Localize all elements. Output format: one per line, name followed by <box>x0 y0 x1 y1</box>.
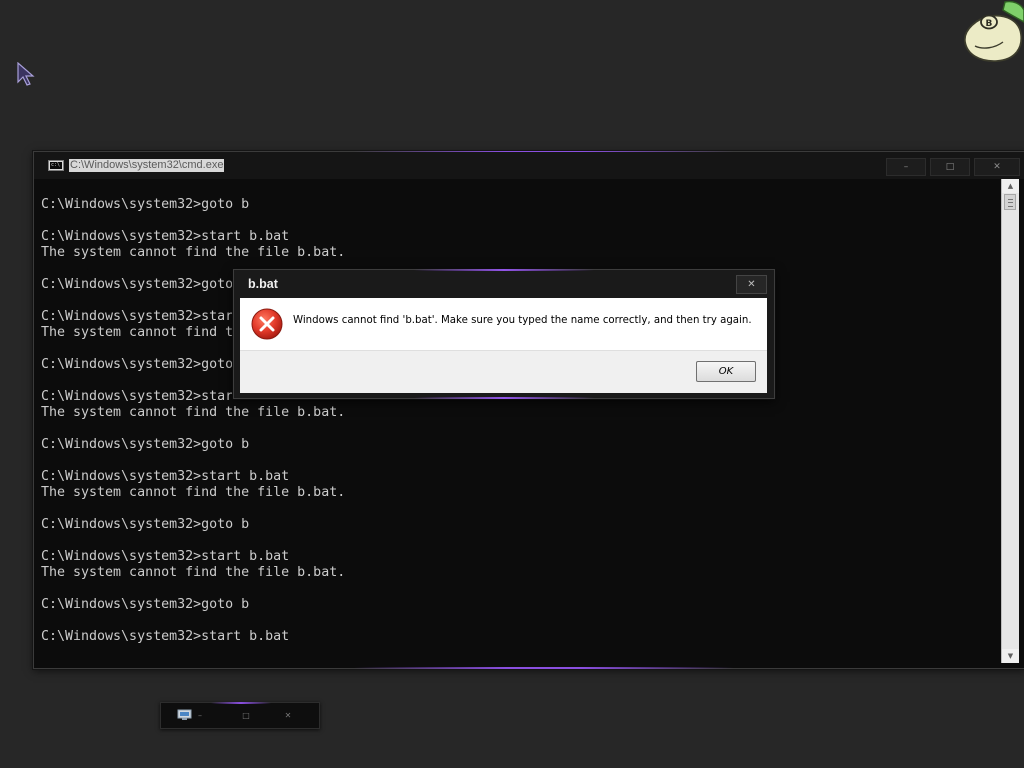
dialog-close-button[interactable]: ✕ <box>736 275 767 294</box>
cmd-window[interactable]: c:\ C:\Windows\system32\cmd.exe – □ ✕ C:… <box>33 151 1024 669</box>
arrow-cursor-icon <box>17 62 35 86</box>
console-line: The system cannot find the file b.bat. <box>41 245 346 260</box>
console-line: C:\Windows\system32>goto b <box>41 597 250 612</box>
ok-button[interactable]: OK <box>696 361 756 382</box>
close-button[interactable]: ✕ <box>974 158 1020 176</box>
maximize-button[interactable]: □ <box>229 710 263 722</box>
close-button[interactable]: ✕ <box>271 710 305 722</box>
error-icon <box>251 308 283 340</box>
console-line: C:\Windows\system32>goto b <box>41 517 250 532</box>
console-line: C:\Windows\system32>start b.bat <box>41 469 290 484</box>
svg-text:B: B <box>986 19 993 29</box>
console-line: The system cannot find the file b.bat. <box>41 485 346 500</box>
cartoon-mascot-icon: B <box>964 0 1024 62</box>
console-line: C:\Windows\system32>start b.bat <box>41 549 290 564</box>
scroll-down-button[interactable]: ▼ <box>1002 649 1019 663</box>
console-line: C:\Windows\system32>goto b <box>41 437 250 452</box>
cmd-titlebar[interactable]: c:\ C:\Windows\system32\cmd.exe – □ ✕ <box>34 152 1024 179</box>
dialog-content: Windows cannot find 'b.bat'. Make sure y… <box>240 298 767 350</box>
window-glow <box>354 667 734 669</box>
window-glow <box>414 397 594 399</box>
desktop: B c:\ C:\Windows\system32\cmd.exe – □ ✕ … <box>0 0 1024 768</box>
console-line: C:\Windows\system32>start b.bat <box>41 629 290 644</box>
vertical-scrollbar[interactable]: ▲ ▼ <box>1001 179 1019 663</box>
console-line: The system cannot find the file b.bat. <box>41 565 346 580</box>
maximize-button[interactable]: □ <box>930 158 970 176</box>
dialog-title: b.bat <box>248 277 278 291</box>
console-icon: c:\ <box>48 160 64 171</box>
minimize-button[interactable]: – <box>886 158 926 176</box>
grip-icon <box>1008 199 1013 207</box>
console-line: The system cannot find the file b.bat. <box>41 405 346 420</box>
window-glow <box>414 269 594 271</box>
scroll-thumb[interactable] <box>1004 194 1016 210</box>
console-line: C:\Windows\system32>start b.bat <box>41 229 290 244</box>
console-line: C:\Windows\system32>goto b <box>41 197 250 212</box>
window-title: C:\Windows\system32\cmd.exe <box>69 159 225 172</box>
dialog-message: Windows cannot find 'b.bat'. Make sure y… <box>293 315 752 326</box>
window-glow <box>211 702 271 704</box>
minimized-window[interactable]: – □ ✕ <box>160 702 320 729</box>
minimize-button[interactable]: – <box>183 710 217 722</box>
error-dialog[interactable]: b.bat ✕ Windows cannot find 'b.bat'. Mak… <box>233 269 775 399</box>
console-output[interactable]: C:\Windows\system32>goto b C:\Windows\sy… <box>34 179 1002 666</box>
scroll-up-button[interactable]: ▲ <box>1002 179 1019 193</box>
dialog-footer: OK <box>240 350 767 393</box>
